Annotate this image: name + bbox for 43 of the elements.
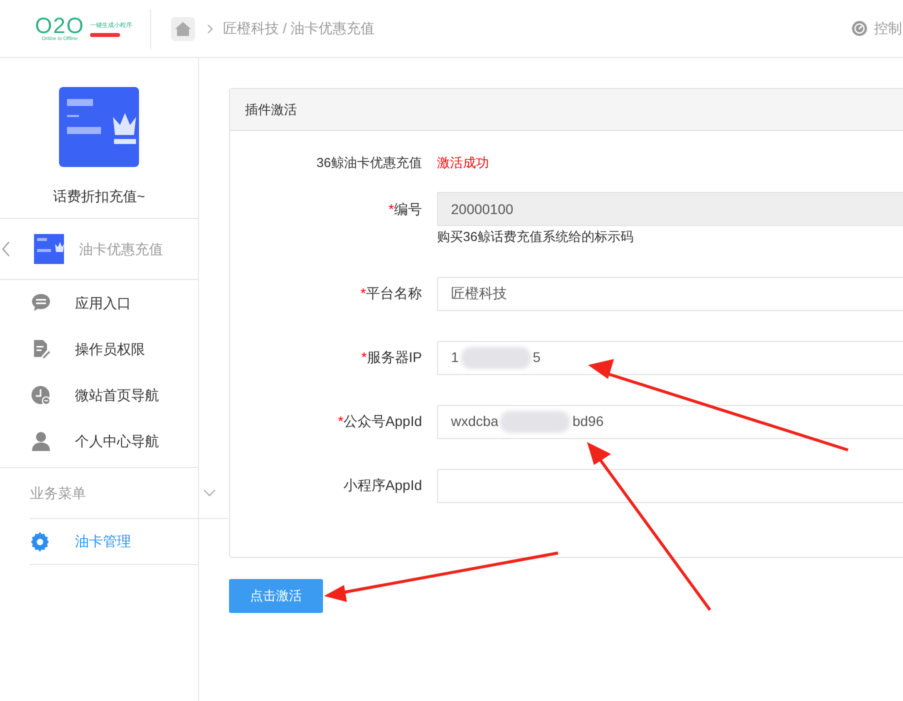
dashboard-icon [852, 21, 867, 36]
required-mark: * [338, 412, 344, 431]
panel-title: 插件激活 [245, 100, 297, 119]
chevron-left-icon [2, 241, 10, 257]
sidebar-item[interactable]: 个人中心导航 [0, 418, 198, 464]
home-icon [175, 22, 191, 36]
help-text: 购买36鲸话费充值系统给的标示码 [437, 228, 634, 246]
required-mark: * [388, 200, 394, 218]
back-button[interactable] [2, 239, 12, 259]
label-text: 公众号AppId [343, 412, 422, 431]
field-value: bd96 [572, 412, 604, 431]
field-value: 1 [451, 348, 459, 367]
document-edit-icon [31, 339, 51, 359]
settings-icon [30, 532, 50, 552]
chat-bubble-icon [31, 293, 51, 313]
label-text: 小程序AppId [343, 476, 422, 495]
input-field[interactable] [437, 468, 903, 502]
input-field[interactable]: 匠橙科技 [437, 276, 903, 310]
banner-caption: 话费折扣充值~ [52, 187, 146, 206]
chevron-right-icon [207, 24, 213, 34]
input-field[interactable]: wxdcba bd96 [437, 404, 903, 438]
sidebar-item[interactable]: 操作员权限 [0, 326, 198, 372]
field-value: 20000100 [451, 200, 514, 218]
field-value: 匠橙科技 [451, 284, 507, 303]
app-title: 油卡优惠充值 [79, 240, 163, 258]
user-icon [31, 431, 51, 451]
label-text: 编号 [394, 200, 422, 218]
sidebar-item[interactable]: 微站首页导航 [0, 372, 198, 418]
status-text: 激活成功 [437, 154, 489, 172]
field-value: 5 [532, 348, 541, 367]
breadcrumb: 匠橙科技 / 油卡优惠充值 [223, 19, 375, 38]
sidebar-item[interactable]: 应用入口 [0, 280, 198, 326]
logo-mark: O2O [35, 16, 84, 36]
logo-ribbon [90, 32, 120, 36]
clock-icon [31, 384, 51, 406]
required-mark: * [360, 284, 366, 303]
field-value: wxdcba [451, 412, 498, 431]
field-label: 36鲸油卡优惠充值 [316, 154, 422, 172]
label-text: 平台名称 [366, 284, 422, 303]
required-mark: * [361, 348, 367, 367]
input-field[interactable]: 1 5 [437, 340, 903, 374]
label-text: 服务器IP [366, 348, 422, 367]
home-button[interactable] [171, 16, 195, 40]
